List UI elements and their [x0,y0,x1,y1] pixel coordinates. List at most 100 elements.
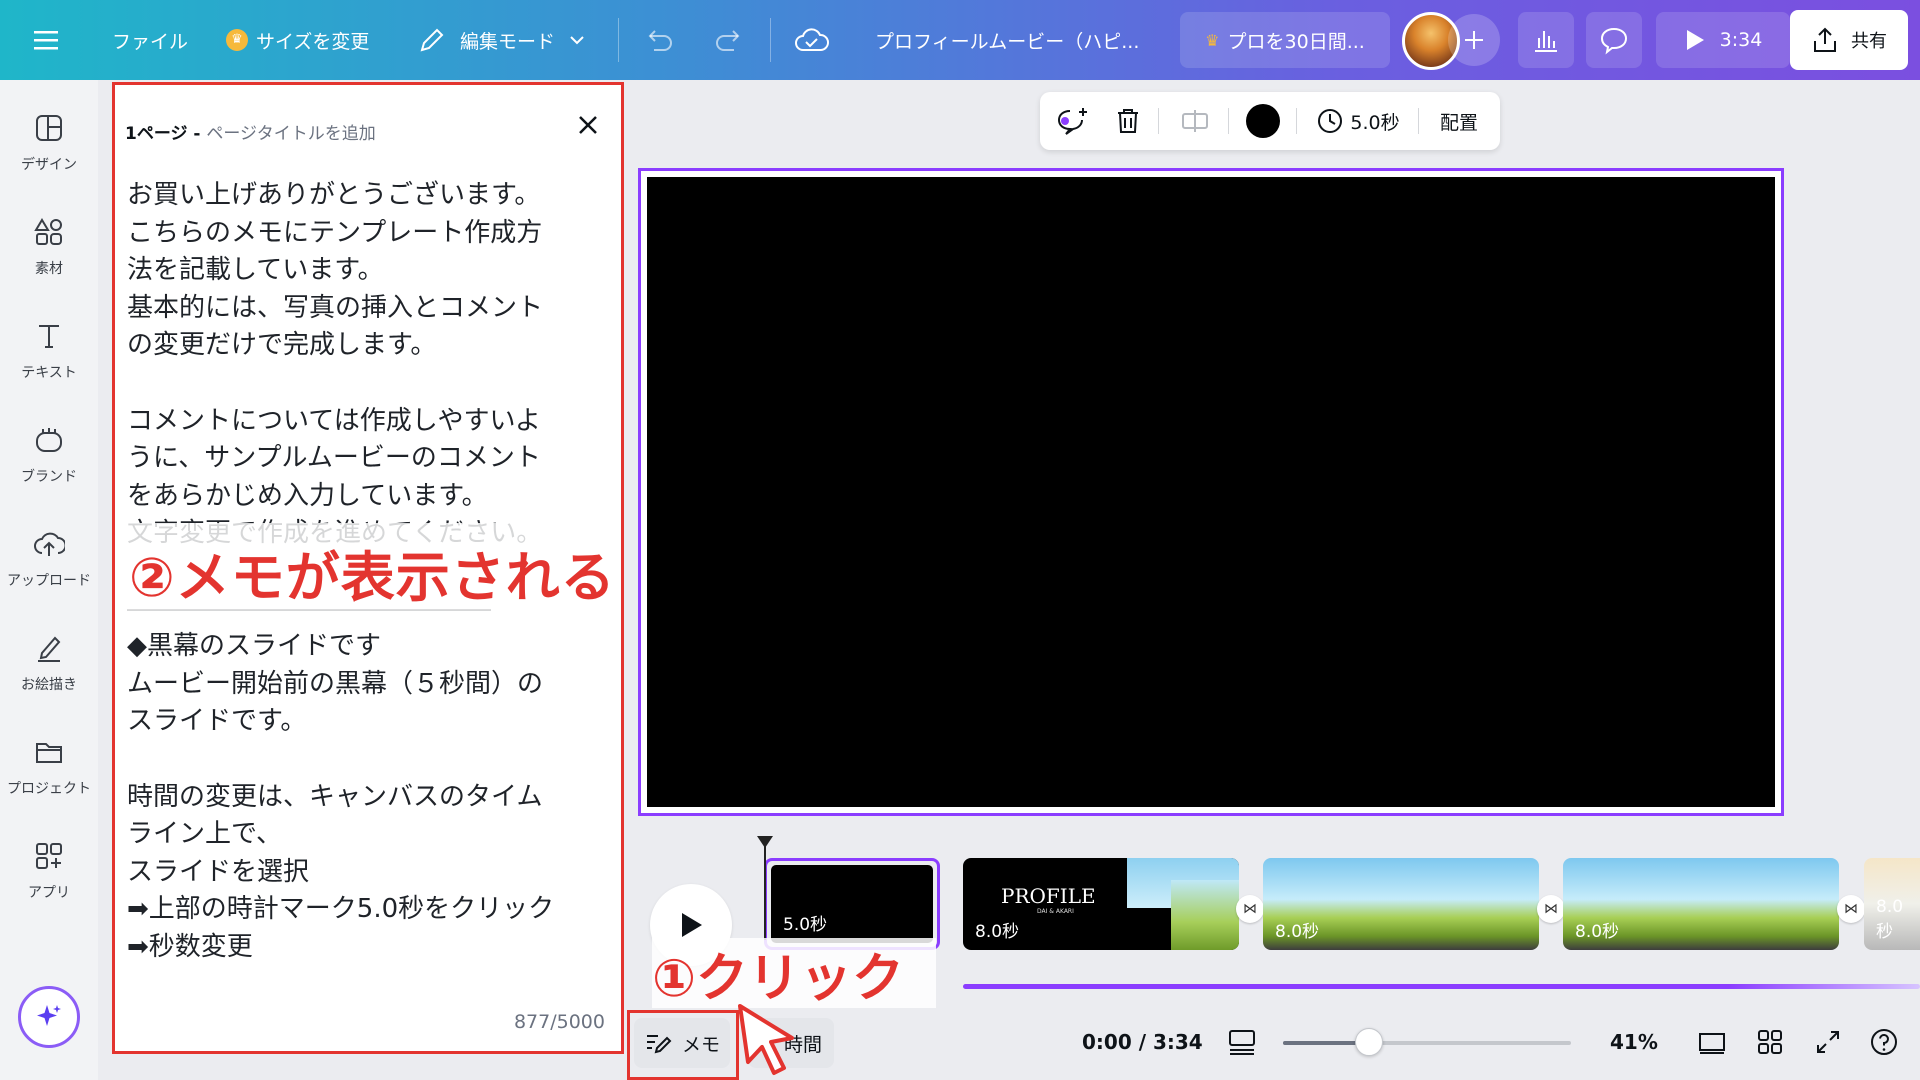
sidebar-item-design[interactable]: デザイン [0,108,98,198]
sidebar-item-uploads[interactable]: アップロード [0,524,98,614]
zoom-level[interactable]: 41% [1610,1030,1658,1054]
clip-duration: 8.0秒 [1876,897,1904,942]
redo-button[interactable] [712,0,744,80]
page-view-button[interactable] [1696,1026,1728,1058]
resize-button[interactable]: ♛ サイズを変更 [226,0,369,80]
timeline-clip[interactable]: PROFILE DAI & AKARI 8.0秒 [963,858,1239,950]
present-button[interactable]: 3:34 [1656,12,1790,68]
close-icon [579,116,597,134]
insights-button[interactable] [1518,12,1574,68]
transition-button[interactable]: ⋈ [1236,895,1264,923]
timeline-clip[interactable]: 8.0秒 [1263,858,1539,950]
canvas-page[interactable] [638,168,1784,816]
bar-chart-icon [1535,31,1557,52]
page-label: 1ページ - [125,124,207,144]
divider [618,18,619,62]
transition-button[interactable]: ⋈ [1537,895,1565,923]
delete-button[interactable] [1106,92,1150,150]
apps-grid-icon [29,836,69,876]
annotation-callout-notes-shown: ②メモが表示される [129,546,616,609]
sidebar-item-brand[interactable]: ブランド [0,420,98,510]
crown-icon: ♛ [226,29,248,51]
upload-share-icon [1814,27,1836,52]
pro-trial-button[interactable]: ♛ プロを30日間... [1180,12,1390,68]
document-title[interactable]: プロフィールムービー（ハピ... [875,0,1145,80]
duration-label: 5.0秒 [1350,111,1400,134]
document-title-text: プロフィールムービー（ハピ... [875,30,1140,53]
split-icon [1182,110,1208,132]
cloud-save-button[interactable] [794,0,830,80]
file-menu-label: ファイル [112,30,189,53]
background-color-button[interactable] [1238,92,1288,150]
clip-thumbnail: 5.0秒 [771,865,933,943]
notes-header: 1ページ - ページタイトルを追加 [125,119,376,144]
timeline-view-icon [1229,1030,1255,1055]
plus-icon [1465,31,1483,49]
black-slide [647,177,1775,807]
share-button[interactable]: 共有 [1790,10,1908,70]
clip-duration: 5.0秒 [783,915,828,935]
redo-icon [716,30,740,51]
zoom-slider[interactable] [1283,1041,1571,1045]
grid-view-button[interactable] [1754,1026,1786,1058]
sidebar-item-label: アプリ [28,885,70,901]
add-comment-button[interactable] [1048,92,1098,150]
chevron-down-icon [570,36,584,45]
comment-add-icon [1057,108,1087,135]
draw-pen-icon [29,628,69,668]
character-count: 877/5000 [513,1011,605,1033]
sidebar-item-label: プロジェクト [7,781,91,797]
sidebar-item-label: アップロード [7,573,91,589]
play-time: 3:34 [1719,29,1763,51]
timeline-clip[interactable]: 8.0秒 [1864,858,1920,950]
crown-icon: ♛ [1205,30,1220,50]
undo-button[interactable] [644,0,676,80]
divider [770,18,771,62]
position-button[interactable]: 配置 [1428,92,1490,150]
clip-subtitle: DAI & AKARI [1037,908,1074,915]
divider [1158,108,1159,134]
single-page-icon [1699,1033,1725,1054]
sidebar-item-elements[interactable]: 素材 [0,212,98,302]
help-button[interactable] [1868,1026,1900,1058]
hamburger-icon [34,31,58,50]
layout-icon [29,108,69,148]
cursor-arrow-icon [738,1004,794,1075]
sidebar-item-text[interactable]: テキスト [0,316,98,406]
zoom-slider-handle[interactable] [1355,1028,1384,1056]
clip-duration: 8.0秒 [1575,922,1620,942]
sidebar-item-label: テキスト [21,365,77,381]
sidebar-item-label: デザイン [21,157,77,173]
comments-button[interactable] [1586,12,1642,68]
clip-title: PROFILE [1001,884,1096,908]
shapes-icon [29,212,69,252]
sidebar-item-projects[interactable]: プロジェクト [0,732,98,822]
playhead[interactable] [764,840,766,940]
transition-icon: ⋈ [1844,901,1858,917]
page-title-input[interactable]: ページタイトルを追加 [206,124,375,144]
duration-button[interactable]: 5.0秒 [1306,92,1410,150]
transition-button[interactable]: ⋈ [1837,895,1865,923]
split-button[interactable] [1170,92,1220,150]
add-collaborator-button[interactable] [1448,14,1500,66]
edit-mode-dropdown[interactable]: 編集モード [418,0,587,80]
file-menu[interactable]: ファイル [112,0,188,80]
sidebar-item-label: ブランド [21,469,77,485]
sidebar-item-apps[interactable]: アプリ [0,836,98,926]
magic-assistant-button[interactable] [18,986,80,1048]
cloud-check-icon [795,28,829,51]
fullscreen-button[interactable] [1812,1026,1844,1058]
menu-button[interactable] [34,0,62,80]
comment-icon [1600,27,1628,55]
timeline-clip[interactable]: 8.0秒 [1563,858,1839,950]
annotation-highlight-box [627,1010,739,1080]
timeline-toggle-button[interactable] [1226,1026,1258,1058]
grid-icon [1758,1030,1782,1054]
timecode: 0:00 / 3:34 [1082,1030,1203,1054]
timeline-progress [963,984,1920,989]
sidebar-item-draw[interactable]: お絵描き [0,628,98,718]
close-notes-button[interactable] [570,107,606,143]
position-label: 配置 [1439,111,1478,134]
play-icon [1686,30,1704,50]
resize-label: サイズを変更 [256,30,370,53]
